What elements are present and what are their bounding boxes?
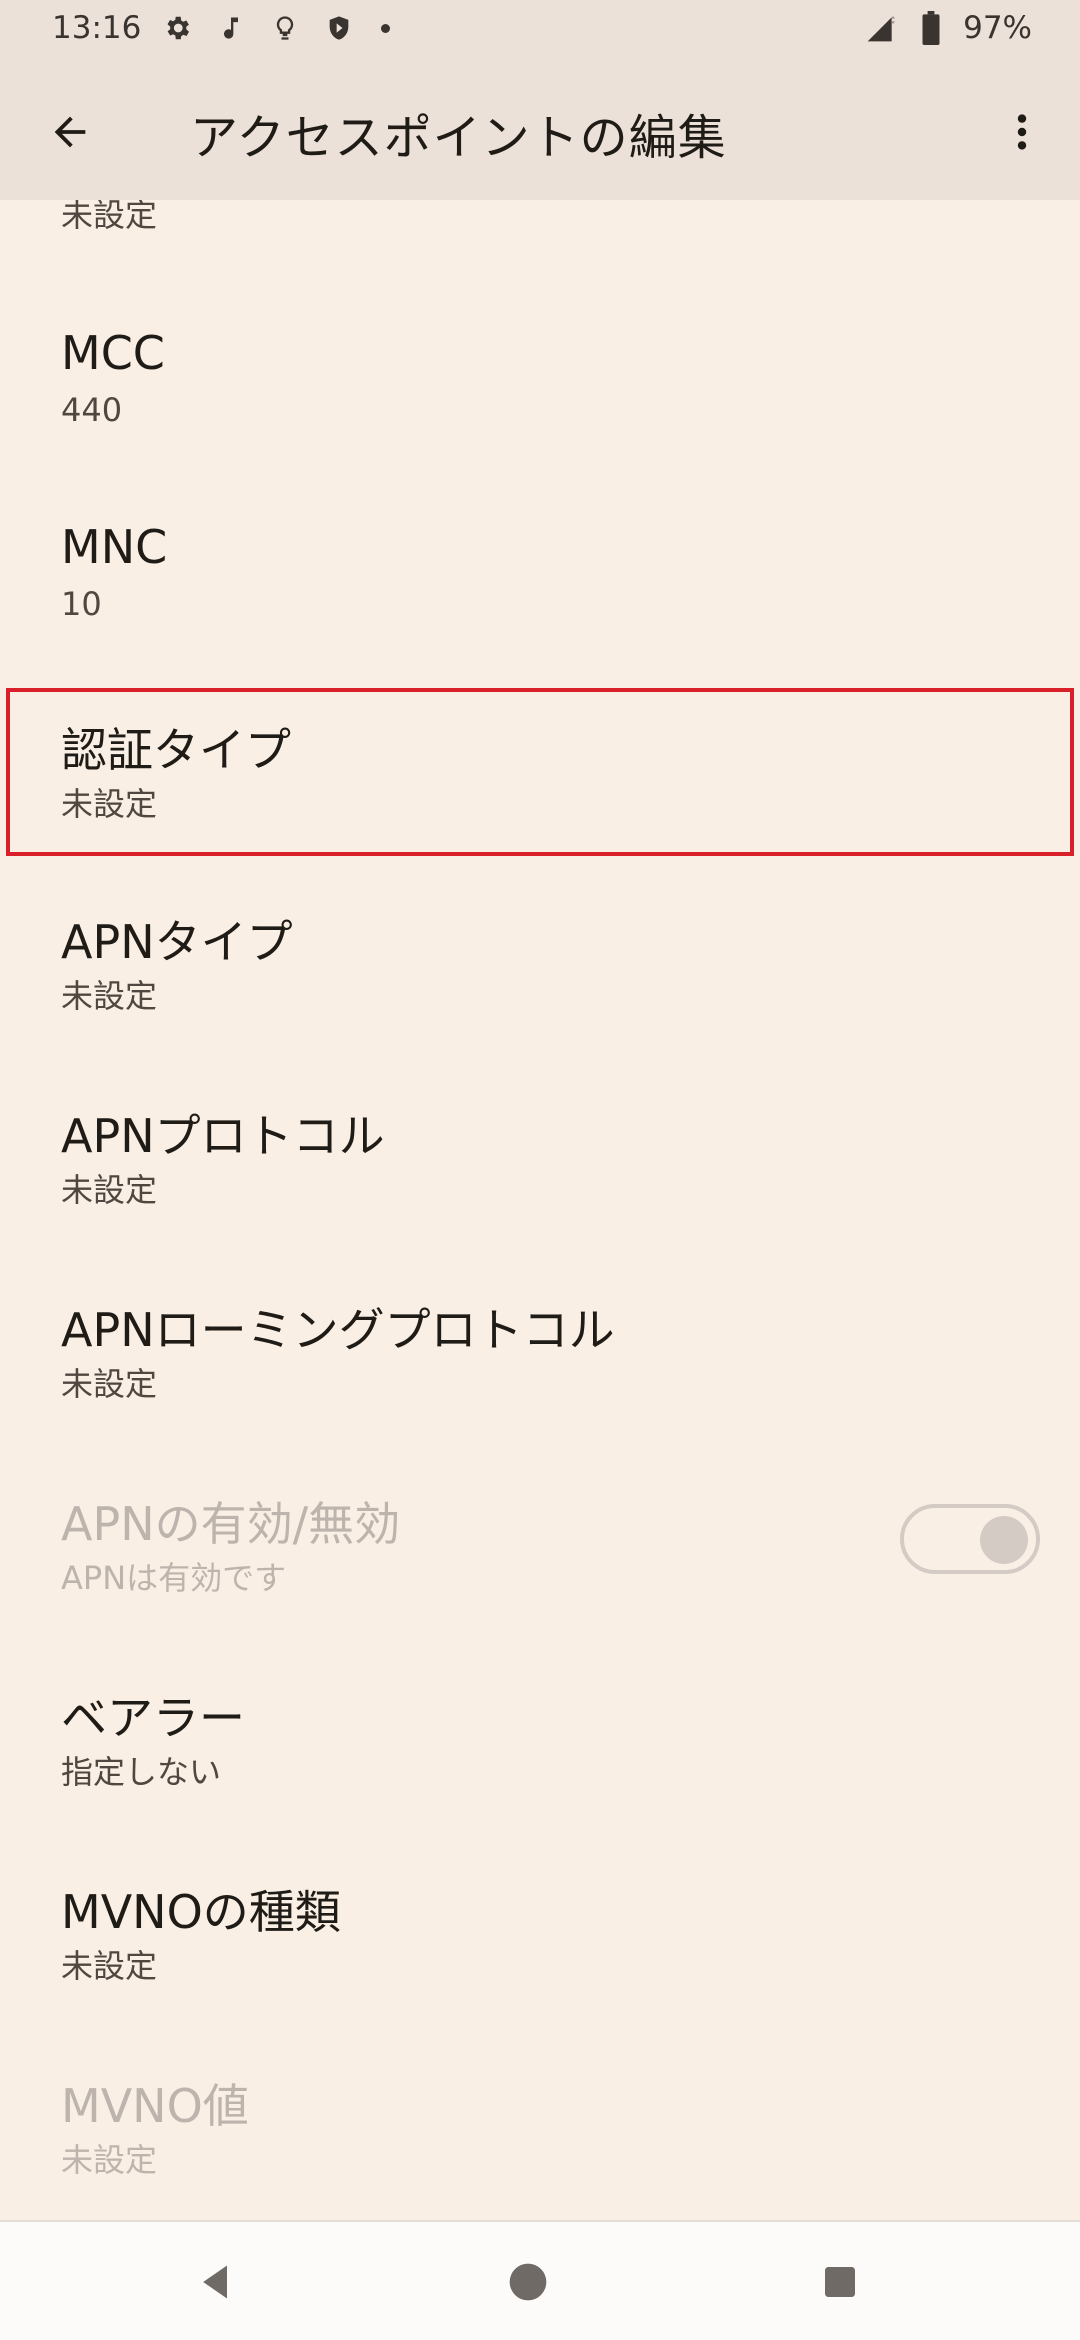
row-title: 認証タイプ [61, 723, 291, 777]
row-title: MCC [61, 326, 165, 380]
settings-row-bearer[interactable]: ベアラー 指定しない [0, 1656, 1080, 1846]
row-title: APNローミングプロトコル [61, 1303, 615, 1357]
lightbulb-icon [267, 10, 303, 46]
more-vertical-icon [1017, 114, 1027, 150]
row-title: ベアラー [61, 1691, 245, 1745]
toggle-thumb [980, 1516, 1028, 1564]
gear-icon [159, 10, 195, 46]
settings-row-apn-enable: APNの有効/無効 APNは有効です [0, 1462, 1080, 1652]
status-bar: 13:16 97% [0, 0, 1080, 60]
home-circle-icon [509, 2263, 547, 2301]
row-summary: 10 [61, 585, 102, 623]
settings-list: 未設定 MCC 440 MNC 10 認証タイプ 未設定 APNタイプ 未設定 … [0, 200, 1080, 2220]
row-summary: 未設定 [61, 977, 158, 1015]
back-triangle-icon [203, 2265, 227, 2299]
row-summary: 未設定 [61, 1365, 158, 1403]
settings-row-mcc[interactable]: MCC 440 [0, 300, 1080, 490]
arrow-back-icon [54, 116, 86, 148]
more-options-button[interactable] [988, 98, 1056, 166]
settings-row-apn-protocol[interactable]: APNプロトコル 未設定 [0, 1074, 1080, 1264]
battery-icon [913, 10, 949, 46]
settings-row-apn-type[interactable]: APNタイプ 未設定 [0, 880, 1080, 1070]
row-title: APNの有効/無効 [61, 1497, 401, 1551]
signal-icon [863, 10, 899, 46]
row-title: MVNO値 [61, 2079, 249, 2133]
row-title: APNプロトコル [61, 1109, 385, 1163]
page-title: アクセスポイントの編集 [190, 110, 727, 166]
settings-row-mnc[interactable]: MNC 10 [0, 494, 1080, 684]
status-time: 13:16 [52, 10, 142, 46]
settings-row-apn-roaming-protocol[interactable]: APNローミングプロトコル 未設定 [0, 1268, 1080, 1458]
app-bar: アクセスポイントの編集 [0, 60, 1080, 200]
notification-dot-icon [381, 23, 391, 33]
navigation-bar [0, 2220, 1080, 2340]
row-summary: 未設定 [61, 1947, 158, 1985]
settings-row-auth-type[interactable]: 認証タイプ 未設定 [0, 688, 1080, 878]
nav-recents-button[interactable] [810, 2252, 870, 2312]
settings-row-mvno-value: MVNO値 未設定 [0, 2044, 1080, 2220]
row-summary: 未設定 [61, 785, 158, 823]
back-button[interactable] [36, 98, 104, 166]
row-title: APNタイプ [61, 915, 293, 969]
music-note-icon [213, 10, 249, 46]
battery-percent: 97% [963, 10, 1032, 46]
row-summary: 未設定 [61, 1171, 158, 1209]
nav-back-button[interactable] [186, 2252, 246, 2312]
nav-home-button[interactable] [498, 2252, 558, 2312]
row-title: MNC [61, 520, 168, 574]
row-summary: APNは有効です [61, 1559, 287, 1597]
row-summary: 未設定 [61, 2141, 158, 2179]
recents-square-icon [825, 2267, 855, 2297]
row-summary: 未設定 [61, 200, 158, 234]
row-summary: 指定しない [61, 1753, 222, 1791]
settings-row-partial[interactable]: 未設定 [0, 200, 1080, 250]
settings-row-mvno-type[interactable]: MVNOの種類 未設定 [0, 1850, 1080, 2040]
row-summary: 440 [61, 391, 123, 429]
shield-icon [321, 10, 357, 46]
apn-enable-toggle [900, 1504, 1040, 1574]
row-title: MVNOの種類 [61, 1885, 341, 1939]
